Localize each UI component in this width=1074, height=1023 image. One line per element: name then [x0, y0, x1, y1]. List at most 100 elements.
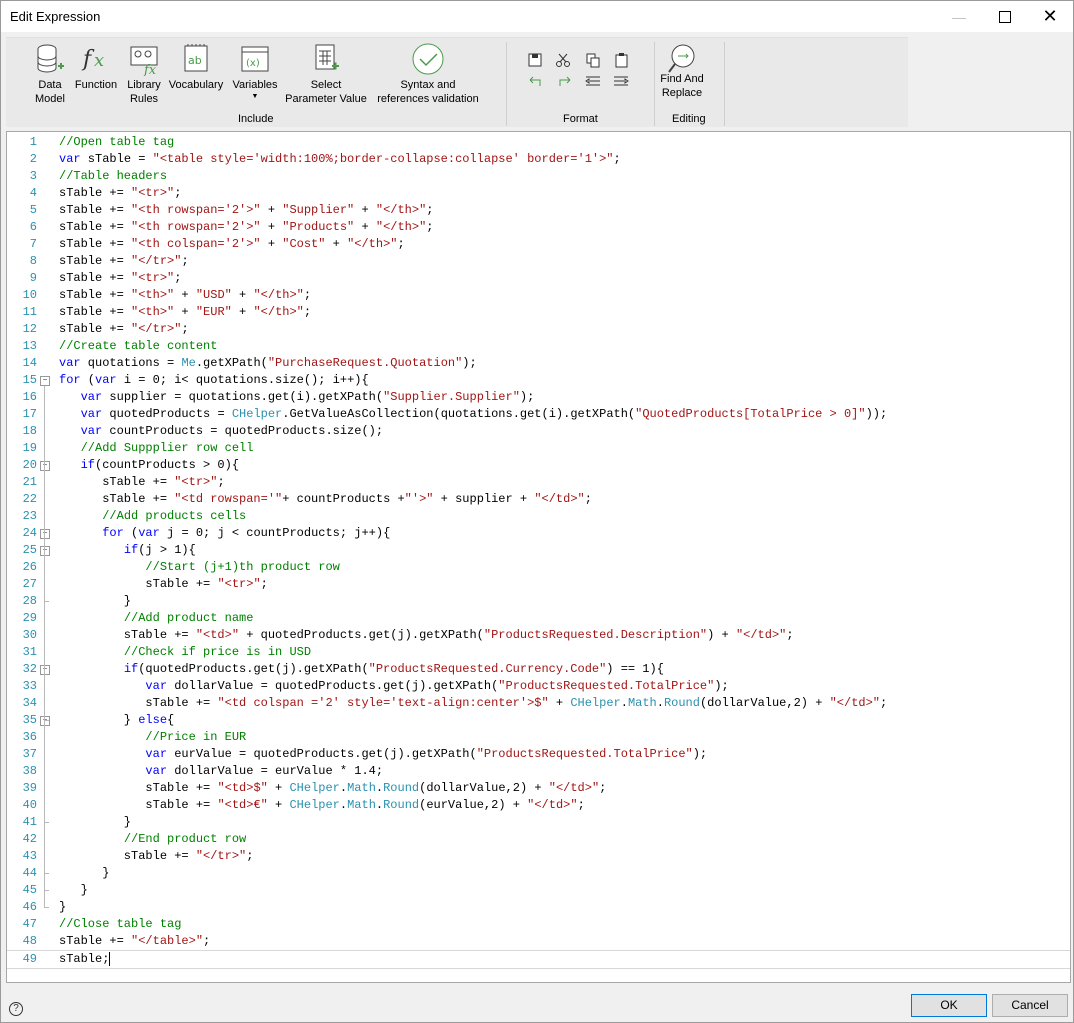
code-text: }: [59, 900, 67, 914]
code-line[interactable]: 46}: [7, 899, 1070, 916]
code-line[interactable]: 13 //Create table content: [7, 338, 1070, 355]
line-number: 46: [22, 900, 37, 914]
code-line[interactable]: 29 //Add product name: [7, 610, 1070, 627]
code-line[interactable]: 7 sTable += "<th colspan='2'>" + "Cost" +…: [7, 236, 1070, 253]
code-line[interactable]: 41 }: [7, 814, 1070, 831]
fold-guide-end: [44, 873, 49, 874]
variables-icon: (x): [241, 46, 269, 72]
code-text: var sTable = "<table style='width:100%;b…: [59, 152, 621, 166]
fold-guide-end: [44, 822, 49, 823]
code-line[interactable]: 24− for (var j = 0; j < countProducts; j…: [7, 525, 1070, 542]
vocabulary-icon: ab: [184, 44, 208, 72]
data-model-button[interactable]: Data Model: [28, 42, 72, 106]
code-line[interactable]: 27 sTable += "<tr>";: [7, 576, 1070, 593]
code-text: }: [59, 866, 110, 880]
line-number: 28: [22, 594, 37, 608]
code-line[interactable]: 10 sTable += "<th>" + "USD" + "</th>";: [7, 287, 1070, 304]
code-line[interactable]: 18 var countProducts = quotedProducts.si…: [7, 423, 1070, 440]
code-line[interactable]: 20− if(countProducts > 0){: [7, 457, 1070, 474]
code-line[interactable]: 36 //Price in EUR: [7, 729, 1070, 746]
code-line[interactable]: 8 sTable += "</tr>";: [7, 253, 1070, 270]
fold-toggle-icon[interactable]: −: [40, 716, 50, 726]
paste-icon[interactable]: [615, 53, 628, 68]
line-number: 34: [22, 696, 37, 710]
vocabulary-button[interactable]: ab Vocabulary: [168, 42, 224, 92]
function-button[interactable]: f x Function: [72, 42, 120, 92]
code-line[interactable]: 42 //End product row: [7, 831, 1070, 848]
code-line[interactable]: 21 sTable += "<tr>";: [7, 474, 1070, 491]
code-line[interactable]: 49 sTable;: [7, 950, 1070, 969]
outdent-icon[interactable]: [585, 76, 600, 86]
find-replace-label: Find And Replace: [660, 73, 704, 99]
fold-toggle-icon[interactable]: −: [40, 546, 50, 556]
code-line[interactable]: 12 sTable += "</tr>";: [7, 321, 1070, 338]
line-number: 13: [22, 339, 37, 353]
code-line[interactable]: 43 sTable += "</tr>";: [7, 848, 1070, 865]
cancel-button[interactable]: Cancel: [992, 994, 1068, 1017]
select-parameter-value-button[interactable]: Select Parameter Value: [284, 42, 368, 106]
line-number: 3: [29, 169, 37, 183]
line-number: 15: [22, 373, 37, 387]
variables-button[interactable]: (x) Variables ▼: [230, 42, 280, 101]
code-text: sTable += "<td rowspan='"+ countProducts…: [59, 492, 592, 506]
fold-toggle-icon[interactable]: −: [40, 665, 50, 675]
code-line[interactable]: 15− for (var i = 0; i< quotations.size();…: [7, 372, 1070, 389]
fold-toggle-icon[interactable]: −: [40, 461, 50, 471]
code-line[interactable]: 25− if(j > 1){: [7, 542, 1070, 559]
code-line[interactable]: 5 sTable += "<th rowspan='2'>" + "Supplie…: [7, 202, 1070, 219]
redo-icon[interactable]: [559, 76, 571, 86]
code-line[interactable]: 28 }: [7, 593, 1070, 610]
code-line[interactable]: 19 //Add Suppplier row cell: [7, 440, 1070, 457]
maximize-button[interactable]: [982, 1, 1028, 32]
help-icon[interactable]: ?: [9, 1002, 23, 1016]
indent-icon[interactable]: [614, 76, 629, 86]
fold-toggle-icon[interactable]: −: [40, 529, 50, 539]
code-line[interactable]: 3 //Table headers: [7, 168, 1070, 185]
save-icon[interactable]: [528, 53, 542, 67]
undo-icon[interactable]: [529, 76, 541, 86]
find-replace-button[interactable]: Find And Replace: [658, 42, 706, 100]
code-line[interactable]: 2 var sTable = "<table style='width:100%;…: [7, 151, 1070, 168]
library-rules-button[interactable]: fx Library Rules: [123, 42, 165, 106]
code-line[interactable]: 45 }: [7, 882, 1070, 899]
line-number: 43: [22, 849, 37, 863]
line-number: 9: [29, 271, 37, 285]
code-editor[interactable]: 1 //Open table tag 2 var sTable = "<table s…: [6, 131, 1071, 983]
cut-icon[interactable]: [556, 53, 570, 67]
code-line[interactable]: 38 var dollarValue = eurValue * 1.4;: [7, 763, 1070, 780]
code-line[interactable]: 40 sTable += "<td>€" + CHelper.Math.Roun…: [7, 797, 1070, 814]
code-line[interactable]: 39 sTable += "<td>$" + CHelper.Math.Roun…: [7, 780, 1070, 797]
code-line[interactable]: 37 var eurValue = quotedProducts.get(j).…: [7, 746, 1070, 763]
code-line[interactable]: 35− } else{: [7, 712, 1070, 729]
line-number: 48: [22, 934, 37, 948]
fold-toggle-icon[interactable]: −: [40, 376, 50, 386]
code-line[interactable]: 23 //Add products cells: [7, 508, 1070, 525]
code-line[interactable]: 34 sTable += "<td colspan ='2' style='te…: [7, 695, 1070, 712]
svg-text:(x): (x): [246, 58, 260, 69]
code-line[interactable]: 33 var dollarValue = quotedProducts.get(…: [7, 678, 1070, 695]
code-line[interactable]: 14 var quotations = Me.getXPath("Purchase…: [7, 355, 1070, 372]
code-line[interactable]: 6 sTable += "<th rowspan='2'>" + "Product…: [7, 219, 1070, 236]
code-line[interactable]: 17 var quotedProducts = CHelper.GetValue…: [7, 406, 1070, 423]
syntax-validation-label: Syntax and references validation: [377, 79, 479, 105]
minimize-button[interactable]: —: [936, 1, 982, 32]
code-line[interactable]: 22 sTable += "<td rowspan='"+ countProdu…: [7, 491, 1070, 508]
code-line[interactable]: 32− if(quotedProducts.get(j).getXPath("P…: [7, 661, 1070, 678]
code-line[interactable]: 47 //Close table tag: [7, 916, 1070, 933]
line-number: 41: [22, 815, 37, 829]
code-line[interactable]: 1 //Open table tag: [7, 134, 1070, 151]
code-line[interactable]: 48 sTable += "</table>";: [7, 933, 1070, 950]
code-line[interactable]: 26 //Start (j+1)th product row: [7, 559, 1070, 576]
close-button[interactable]: ✕: [1027, 1, 1073, 32]
code-line[interactable]: 9 sTable += "<tr>";: [7, 270, 1070, 287]
code-line[interactable]: 16 var supplier = quotations.get(i).getX…: [7, 389, 1070, 406]
code-line[interactable]: 31 //Check if price is in USD: [7, 644, 1070, 661]
copy-icon[interactable]: [586, 53, 600, 68]
code-line[interactable]: 30 sTable += "<td>" + quotedProducts.get…: [7, 627, 1070, 644]
ok-button[interactable]: OK: [911, 994, 987, 1017]
code-line[interactable]: 44 }: [7, 865, 1070, 882]
syntax-validation-button[interactable]: Syntax and references validation: [373, 42, 483, 106]
code-line[interactable]: 11 sTable += "<th>" + "EUR" + "</th>";: [7, 304, 1070, 321]
code-line[interactable]: 4 sTable += "<tr>";: [7, 185, 1070, 202]
code-text: }: [59, 594, 132, 608]
